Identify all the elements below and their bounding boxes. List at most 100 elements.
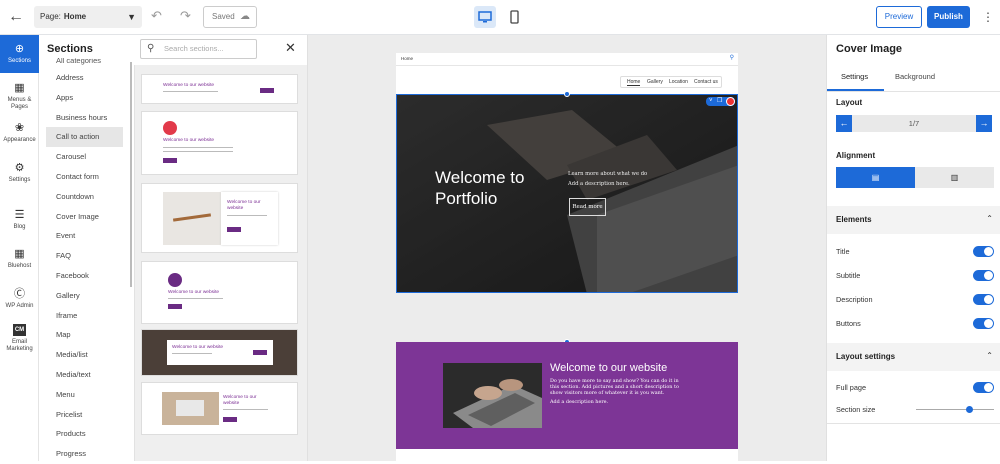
desktop-icon: [478, 11, 492, 23]
desktop-view-button[interactable]: [474, 6, 496, 28]
thumb-text-line: [163, 147, 233, 148]
buttons-toggle[interactable]: [973, 318, 994, 329]
thumb-text-line: [163, 91, 218, 92]
nav-link-gallery[interactable]: Gallery: [647, 79, 663, 85]
back-arrow-icon[interactable]: ←: [8, 9, 26, 25]
section-top-handle[interactable]: [564, 91, 570, 97]
tab-background[interactable]: Background: [895, 72, 935, 81]
pages-icon: ▦: [14, 82, 25, 94]
description-toggle[interactable]: [973, 294, 994, 305]
thumb-heading: Welcome to our website: [172, 345, 224, 350]
thumb-heading: Welcome to our website: [163, 138, 215, 143]
align-right-icon: ▥: [950, 173, 959, 182]
thumbnail-card[interactable]: Welcome to our website: [141, 111, 298, 175]
layout-prev-button[interactable]: ←: [836, 115, 852, 132]
section-size-label: Section size: [836, 405, 876, 414]
cta-description[interactable]: Add a description here.: [550, 399, 608, 405]
align-right-button[interactable]: ▥: [915, 167, 994, 188]
rail-settings[interactable]: ⚙ Settings: [0, 162, 39, 184]
element-subtitle-label: Subtitle: [836, 271, 861, 280]
nav-link-home[interactable]: Home: [627, 79, 641, 86]
element-buttons-label: Buttons: [836, 319, 861, 328]
hero-read-more-button[interactable]: Read more: [569, 198, 606, 216]
hero-subtitle[interactable]: Learn more about what we do: [568, 171, 647, 177]
blog-icon: ☰: [14, 209, 25, 221]
thumb-button: [260, 88, 274, 93]
delete-icon[interactable]: [726, 97, 735, 106]
thumb-button: [163, 158, 177, 163]
category-scrollbar[interactable]: [130, 62, 132, 287]
thumbnail-card[interactable]: Welcome to our website: [141, 183, 298, 253]
subtitle-toggle[interactable]: [973, 270, 994, 281]
thumb-button: [223, 417, 237, 422]
rail-sections[interactable]: ⊕ Sections: [0, 35, 39, 73]
nav-link-contact[interactable]: Contact us: [694, 79, 718, 85]
chevron-down-icon: ▼: [127, 12, 136, 22]
search-input[interactable]: ⚲ Search sections...: [140, 39, 257, 59]
redo-icon[interactable]: ↷: [180, 9, 191, 23]
section-toolbar[interactable]: ˅ ❐: [706, 97, 735, 106]
rail-label: Blog: [13, 224, 26, 230]
mobile-view-button[interactable]: [503, 6, 525, 28]
saved-label: Saved: [212, 12, 235, 21]
sections-panel-title: Sections: [47, 43, 93, 55]
rail-appearance[interactable]: ❀ Appearance: [0, 122, 39, 144]
wordpress-icon: Ⓒ: [14, 288, 25, 300]
rail-menus-pages[interactable]: ▦ Menus & Pages: [0, 82, 39, 111]
thumb-heading: Welcome to our website: [168, 290, 220, 295]
thumb-button: [253, 350, 267, 355]
thumbnail-card[interactable]: Welcome to our website: [141, 382, 298, 435]
element-description-label: Description: [836, 295, 873, 304]
divider: [827, 423, 1000, 424]
hero-title[interactable]: Welcome to Portfolio: [435, 167, 565, 209]
undo-icon[interactable]: ↶: [151, 9, 162, 23]
layout-next-button[interactable]: →: [976, 115, 992, 132]
copy-icon[interactable]: ❐: [717, 97, 722, 106]
section-thumbnails: Welcome to our website Welcome to our we…: [134, 65, 307, 461]
rail-bluehost[interactable]: ▦ Bluehost: [0, 248, 39, 270]
plus-circle-icon: ⊕: [14, 43, 25, 55]
chevron-down-icon[interactable]: ˅: [709, 97, 713, 106]
site-navigation: Home Gallery Location Contact us: [396, 66, 738, 94]
divider: [827, 91, 1000, 92]
site-top-bar: Home ⚲: [396, 53, 738, 66]
cm-icon: CM: [13, 324, 26, 336]
hero-description[interactable]: Add a description here.: [568, 181, 630, 187]
properties-title: Cover Image: [836, 43, 903, 55]
layout-settings-header[interactable]: Layout settings ⌃: [827, 343, 1000, 371]
category-item-selected[interactable]: Call to action: [46, 127, 123, 148]
sections-panel: Sections All categories Address Apps Bus…: [39, 35, 134, 461]
thumb-heading: Welcome to our: [223, 395, 257, 400]
thumb-card-panel: Welcome to our website: [221, 192, 278, 245]
nav-link-location[interactable]: Location: [669, 79, 688, 85]
slider-knob[interactable]: [966, 406, 973, 413]
section-search-area: ⚲ Search sections... ✕: [134, 35, 307, 65]
close-icon[interactable]: ✕: [285, 40, 296, 56]
cta-text[interactable]: Do you have more to say and show? You ca…: [550, 378, 685, 396]
preview-button[interactable]: Preview: [876, 6, 922, 28]
grid-icon: ▦: [14, 248, 25, 260]
rail-email-marketing[interactable]: CM Email Marketing: [0, 324, 39, 353]
rail-blog[interactable]: ☰ Blog: [0, 209, 39, 231]
title-toggle[interactable]: [973, 246, 994, 257]
thumb-badge-icon: [163, 121, 177, 135]
thumbnail-card[interactable]: Welcome to our website: [141, 74, 298, 104]
publish-button[interactable]: Publish: [927, 6, 970, 28]
tab-settings[interactable]: Settings: [841, 72, 868, 81]
page-selector[interactable]: Page: Home ▼: [34, 6, 142, 28]
gear-icon: ⚙: [14, 162, 25, 174]
thumbnail-card[interactable]: Welcome to our website: [141, 329, 298, 376]
properties-panel: Cover Image Settings Background Layout ←…: [826, 35, 1000, 461]
cta-title[interactable]: Welcome to our website: [550, 362, 667, 374]
rail-wp-admin[interactable]: Ⓒ WP Admin: [0, 288, 39, 310]
section-size-slider[interactable]: [916, 406, 994, 413]
call-to-action-section[interactable]: Welcome to our website Do you have more …: [396, 342, 738, 449]
elements-section-header[interactable]: Elements ⌃: [827, 206, 1000, 234]
thumb-text-line: [172, 353, 212, 354]
thumbnail-card[interactable]: Welcome to our website: [141, 261, 298, 324]
align-left-button[interactable]: ▤: [836, 167, 915, 188]
cover-image-section[interactable]: Welcome to Portfolio Learn more about wh…: [396, 94, 738, 293]
site-search-icon: ⚲: [729, 55, 734, 61]
full-page-toggle[interactable]: [973, 382, 994, 393]
more-options-icon[interactable]: ⋮: [981, 6, 995, 28]
